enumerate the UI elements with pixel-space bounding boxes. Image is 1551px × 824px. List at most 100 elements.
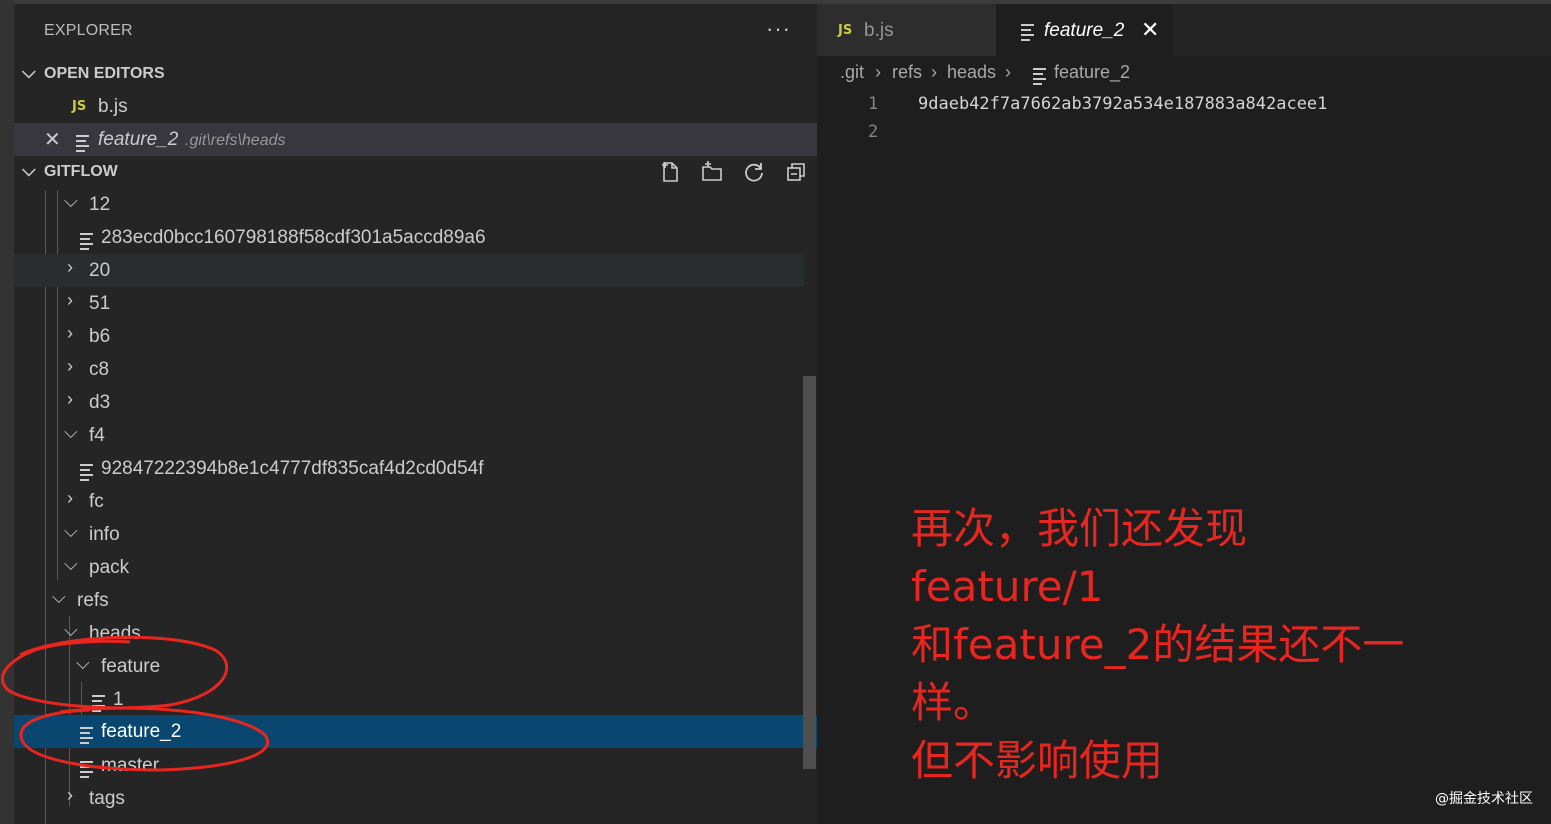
- tree-folder-tags[interactable]: › tags: [14, 782, 804, 815]
- code-line[interactable]: 9daeb42f7a7662ab3792a534e187883a842acee1: [918, 94, 1327, 114]
- tree-label: f4: [89, 425, 105, 446]
- tree-folder-20[interactable]: › 20: [14, 254, 804, 287]
- tree-label: 1: [113, 689, 124, 710]
- tree-file-hash-928[interactable]: 92847222394b8e1c4777df835caf4d2cd0d54f: [14, 452, 804, 485]
- text-file-icon: [76, 135, 89, 155]
- more-actions-icon[interactable]: ···: [766, 16, 791, 42]
- watermark: @掘金技术社区: [1435, 791, 1533, 807]
- tree-label: feature_2: [101, 721, 182, 742]
- tree-folder-fc[interactable]: › fc: [14, 485, 804, 518]
- sidebar-scrollbar[interactable]: [803, 376, 816, 769]
- open-editor-name: feature_2: [98, 129, 179, 150]
- chevron-right-icon: ›: [67, 257, 73, 277]
- tree-folder-d3[interactable]: › d3: [14, 386, 804, 419]
- explorer-header: EXPLORER ···: [14, 4, 817, 58]
- js-file-icon: JS: [72, 99, 87, 114]
- explorer-sidebar: EXPLORER ··· ⌵ OPEN EDITORS JS b.js ✕ fe…: [14, 4, 817, 824]
- tree-label: 51: [89, 293, 111, 314]
- text-file-icon: [1033, 68, 1046, 88]
- text-file-icon: [80, 464, 93, 484]
- tree-folder-pack[interactable]: ⌵ pack: [14, 551, 804, 584]
- tab-feature-2[interactable]: feature_2 ✕: [996, 4, 1173, 56]
- tree-folder-heads[interactable]: ⌵ heads: [14, 617, 804, 650]
- open-editor-item-bjs[interactable]: JS b.js: [14, 90, 817, 123]
- gitflow-title: GITFLOW: [44, 163, 118, 180]
- annotation-line: 再次，我们还发现: [911, 504, 1248, 553]
- chevron-down-icon: ⌵: [64, 554, 78, 574]
- breadcrumb-item[interactable]: feature_2: [1054, 62, 1130, 83]
- tree-label: heads: [89, 623, 141, 644]
- chevron-right-icon: ›: [67, 389, 73, 409]
- annotation-line: 样。: [911, 678, 996, 727]
- chevron-down-icon: ⌵: [64, 620, 78, 640]
- tree-label: 92847222394b8e1c4777df835caf4d2cd0d54f: [101, 458, 484, 479]
- tree-file-master[interactable]: master: [14, 749, 804, 782]
- open-editors-title: OPEN EDITORS: [44, 65, 165, 82]
- tab-label: b.js: [864, 20, 894, 41]
- tree-label: c8: [89, 359, 110, 380]
- tree-folder-refs[interactable]: ⌵ refs: [14, 584, 804, 617]
- activity-bar: [0, 0, 14, 824]
- tree-folder-f4[interactable]: ⌵ f4: [14, 419, 804, 452]
- explorer-title: EXPLORER: [44, 22, 133, 39]
- chevron-down-icon: ⌵: [64, 422, 78, 442]
- annotation-line: feature/1: [911, 562, 1104, 611]
- collapse-all-icon[interactable]: [784, 160, 808, 184]
- chevron-right-icon: ›: [931, 62, 937, 82]
- new-file-icon[interactable]: [658, 160, 682, 184]
- chevron-down-icon: ⌵: [22, 62, 36, 82]
- open-editor-item-feature2[interactable]: ✕ feature_2 .git\refs\heads: [14, 123, 817, 156]
- annotation-text: 再次，我们还发现 feature/1 和feature_2的结果还不一 样。 但…: [911, 500, 1404, 790]
- tree-label: feature: [101, 656, 161, 677]
- chevron-right-icon: ›: [67, 785, 73, 805]
- tab-bjs[interactable]: JS b.js: [817, 4, 996, 56]
- chevron-right-icon: ›: [875, 62, 881, 82]
- tab-label: feature_2: [1044, 20, 1125, 41]
- chevron-down-icon: ⌵: [22, 160, 36, 180]
- tree-file-hash-283[interactable]: 283ecd0bcc160798188f58cdf301a5accd89a6: [14, 221, 804, 254]
- tree-label: d3: [89, 392, 111, 413]
- chevron-right-icon: ›: [1005, 62, 1011, 82]
- tree-label: info: [89, 524, 120, 545]
- tree-label: refs: [77, 590, 109, 611]
- close-icon[interactable]: ✕: [44, 127, 61, 152]
- text-file-icon: [80, 233, 93, 253]
- tree-label: 12: [89, 194, 111, 215]
- chevron-right-icon: ›: [67, 290, 73, 310]
- tree-label: fc: [89, 491, 104, 512]
- tree-file-feature-2[interactable]: feature_2: [14, 715, 817, 748]
- text-file-icon: [80, 761, 93, 781]
- new-folder-icon[interactable]: [700, 160, 724, 184]
- tree-folder-b6[interactable]: › b6: [14, 320, 804, 353]
- tree-folder-51[interactable]: › 51: [14, 287, 804, 320]
- tree-label: 20: [89, 260, 111, 281]
- gitflow-header[interactable]: ⌵ GITFLOW: [14, 156, 817, 188]
- chevron-down-icon: ⌵: [64, 191, 78, 211]
- tree-folder-feature[interactable]: ⌵ feature: [14, 650, 804, 683]
- tree-label: master: [101, 755, 160, 776]
- tree-file-1[interactable]: 1: [14, 683, 804, 716]
- tree-folder-c8[interactable]: › c8: [14, 353, 804, 386]
- text-file-icon: [92, 695, 105, 715]
- breadcrumb-item[interactable]: refs: [892, 62, 922, 83]
- annotation-line: 但不影响使用: [911, 736, 1164, 785]
- annotation-line: 和feature_2的结果还不一: [911, 620, 1405, 669]
- chevron-down-icon: ⌵: [76, 653, 90, 673]
- refresh-icon[interactable]: [742, 160, 766, 184]
- open-editor-name: b.js: [98, 96, 128, 117]
- open-editors-header[interactable]: ⌵ OPEN EDITORS: [14, 58, 817, 90]
- js-file-icon: JS: [838, 23, 853, 38]
- chevron-right-icon: ›: [67, 488, 73, 508]
- tree-label: tags: [89, 788, 125, 809]
- tree-folder-info[interactable]: ⌵ info: [14, 518, 804, 551]
- chevron-down-icon: ⌵: [52, 587, 66, 607]
- breadcrumb-item[interactable]: heads: [947, 62, 996, 83]
- close-icon[interactable]: ✕: [1141, 17, 1159, 43]
- tree-folder-12[interactable]: ⌵ 12: [14, 188, 804, 221]
- chevron-right-icon: ›: [67, 356, 73, 376]
- tree-label: b6: [89, 326, 111, 347]
- line-number: 2: [868, 122, 879, 142]
- text-file-icon: [80, 727, 93, 747]
- breadcrumb-item[interactable]: .git: [840, 62, 864, 83]
- text-file-icon: [1021, 24, 1034, 44]
